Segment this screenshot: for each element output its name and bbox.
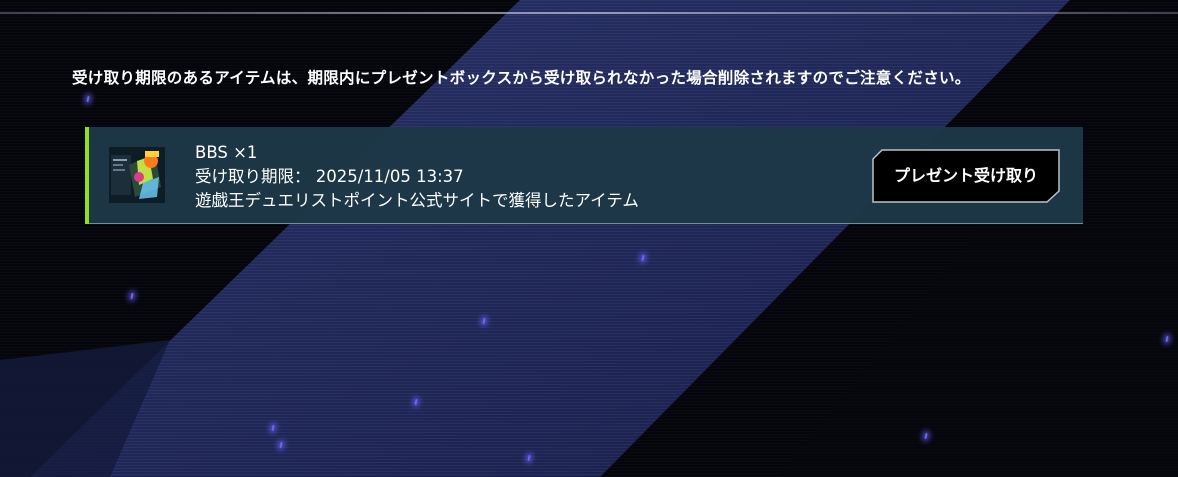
item-source: 遊戯王デュエリストポイント公式サイトで獲得したアイテム [195, 191, 639, 210]
deadline-value: 2025/11/05 13:37 [315, 167, 464, 186]
present-item-row: BBS ×1 受け取り期限： 2025/11/05 13:37 遊戯王デュエリス… [85, 127, 1083, 224]
present-box-screen: 受け取り期限のあるアイテムは、期限内にプレゼントボックスから受け取られなかった場… [0, 0, 1178, 477]
accent-bar [85, 127, 89, 224]
item-name: BBS ×1 [195, 143, 258, 162]
deadline-line: 受け取り期限： 2025/11/05 13:37 [195, 165, 639, 189]
top-divider [0, 12, 1178, 14]
item-details: BBS ×1 受け取り期限： 2025/11/05 13:37 遊戯王デュエリス… [195, 141, 639, 213]
item-thumbnail-icon [109, 147, 165, 203]
receive-present-button[interactable]: プレゼント受け取り [872, 149, 1060, 203]
expiry-notice: 受け取り期限のあるアイテムは、期限内にプレゼントボックスから受け取られなかった場… [72, 69, 971, 87]
deadline-label: 受け取り期限： [195, 167, 311, 186]
receive-button-label: プレゼント受け取り [893, 166, 1038, 185]
